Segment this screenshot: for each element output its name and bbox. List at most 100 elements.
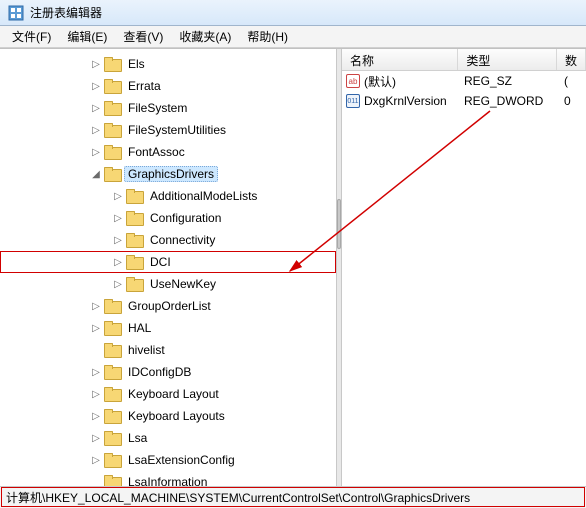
tree-item-fontassoc[interactable]: ▷ FontAssoc (0, 141, 336, 163)
list-header: 名称 类型 数 (342, 49, 586, 71)
col-data[interactable]: 数 (557, 49, 586, 70)
tree-label: FileSystem (124, 100, 191, 116)
tree-item-connectivity[interactable]: ▷ Connectivity (0, 229, 336, 251)
tree-item-els[interactable]: ▷Els (0, 53, 336, 75)
tree-item-keyboard-layout[interactable]: ▷ Keyboard Layout (0, 383, 336, 405)
tree-item-idconfigdb[interactable]: ▷ IDConfigDB (0, 361, 336, 383)
expand-icon[interactable]: ▷ (112, 190, 124, 202)
expand-icon[interactable]: ▷ (90, 300, 102, 312)
expand-icon[interactable]: ▷ (90, 432, 102, 444)
tree-label: Errata (124, 78, 165, 94)
window-title: 注册表编辑器 (30, 4, 102, 21)
tree-label: IDConfigDB (124, 364, 195, 380)
folder-icon (126, 255, 142, 269)
tree-label: HAL (124, 320, 155, 336)
folder-icon (104, 453, 120, 467)
scroll-thumb[interactable] (337, 199, 341, 249)
tree-item-usenewkey[interactable]: ▷ UseNewKey (0, 273, 336, 295)
folder-icon (104, 145, 120, 159)
expand-icon[interactable]: ▷ (112, 278, 124, 290)
tree-item-dci[interactable]: ▷ DCI (0, 251, 336, 273)
menu-file[interactable]: 文件(F) (4, 26, 59, 47)
tree-label: FontAssoc (124, 144, 189, 160)
expand-icon (90, 344, 102, 356)
list-pane[interactable]: 名称 类型 数 ab (默认) REG_SZ(011 DxgKrnlVersion RE… (342, 49, 586, 486)
menu-edit[interactable]: 编辑(E) (59, 26, 115, 47)
menu-bar: 文件(F) 编辑(E) 查看(V) 收藏夹(A) 帮助(H) (0, 26, 586, 48)
tree-label: GraphicsDrivers (124, 166, 218, 182)
tree-item-lsaextensionconfig[interactable]: ▷ LsaExtensionConfig (0, 449, 336, 471)
value-type: REG_SZ (464, 74, 564, 88)
value-data: ( (564, 74, 582, 88)
value-name: DxgKrnlVersion (364, 94, 447, 108)
menu-favorites[interactable]: 收藏夹(A) (171, 26, 239, 47)
tree-item-lsa[interactable]: ▷ Lsa (0, 427, 336, 449)
tree-item-configuration[interactable]: ▷Configuration (0, 207, 336, 229)
tree-label: hivelist (124, 342, 169, 358)
tree-label: LsaInformation (124, 474, 211, 486)
expand-icon[interactable]: ▷ (90, 124, 102, 136)
value-type: REG_DWORD (464, 94, 564, 108)
expand-icon[interactable]: ◢ (90, 168, 102, 180)
expand-icon[interactable]: ▷ (90, 58, 102, 70)
tree-item-hivelist[interactable]: hivelist (0, 339, 336, 361)
tree-label: AdditionalModeLists (146, 188, 261, 204)
folder-icon (126, 189, 142, 203)
tree-item-lsainformation[interactable]: LsaInformation (0, 471, 336, 486)
folder-icon (104, 101, 120, 115)
folder-icon (104, 409, 120, 423)
tree-item-hal[interactable]: ▷ HAL (0, 317, 336, 339)
tree-label: FileSystemUtilities (124, 122, 230, 138)
expand-icon[interactable]: ▷ (90, 102, 102, 114)
tree-item-grouporderlist[interactable]: ▷GroupOrderList (0, 295, 336, 317)
tree-label: DCI (146, 254, 175, 270)
folder-icon (126, 211, 142, 225)
tree-label: Connectivity (146, 232, 219, 248)
expand-icon[interactable]: ▷ (112, 212, 124, 224)
status-path: 计算机\HKEY_LOCAL_MACHINE\SYSTEM\CurrentCon… (6, 489, 470, 506)
folder-icon (104, 79, 120, 93)
list-row[interactable]: ab (默认) REG_SZ( (342, 71, 586, 91)
folder-icon (104, 299, 120, 313)
tree-label: Lsa (124, 430, 151, 446)
folder-icon (104, 475, 120, 486)
folder-icon (104, 343, 120, 357)
status-bar: 计算机\HKEY_LOCAL_MACHINE\SYSTEM\CurrentCon… (0, 486, 586, 508)
expand-icon[interactable]: ▷ (112, 256, 124, 268)
tree-label: Keyboard Layout (124, 386, 223, 402)
expand-icon[interactable]: ▷ (112, 234, 124, 246)
tree-item-graphicsdrivers[interactable]: ◢ GraphicsDrivers (0, 163, 336, 185)
folder-icon (104, 167, 120, 181)
folder-icon (104, 321, 120, 335)
tree-item-additionalmodelists[interactable]: ▷ AdditionalModeLists (0, 185, 336, 207)
expand-icon[interactable]: ▷ (90, 322, 102, 334)
tree-item-filesystemutilities[interactable]: ▷ FileSystemUtilities (0, 119, 336, 141)
tree-label: LsaExtensionConfig (124, 452, 239, 468)
folder-icon (126, 277, 142, 291)
tree-label: Keyboard Layouts (124, 408, 229, 424)
expand-icon[interactable]: ▷ (90, 366, 102, 378)
expand-icon[interactable]: ▷ (90, 146, 102, 158)
expand-icon[interactable]: ▷ (90, 80, 102, 92)
menu-view[interactable]: 查看(V) (115, 26, 171, 47)
col-type[interactable]: 类型 (458, 49, 557, 70)
tree-item-errata[interactable]: ▷ Errata (0, 75, 336, 97)
tree-pane[interactable]: ▷Els▷Errata▷FileSystem▷FileSystemUtiliti… (0, 49, 336, 486)
folder-icon (104, 431, 120, 445)
folder-icon (104, 57, 120, 71)
dword-icon: 011 (346, 94, 360, 108)
title-bar: 注册表编辑器 (0, 0, 586, 26)
folder-icon (104, 365, 120, 379)
list-row[interactable]: 011DxgKrnlVersionREG_DWORD0 (342, 91, 586, 111)
expand-icon[interactable]: ▷ (90, 454, 102, 466)
expand-icon[interactable]: ▷ (90, 388, 102, 400)
splitter[interactable] (336, 49, 342, 486)
tree-item-keyboard-layouts[interactable]: ▷ Keyboard Layouts (0, 405, 336, 427)
expand-icon[interactable]: ▷ (90, 410, 102, 422)
col-name[interactable]: 名称 (342, 49, 458, 70)
tree-item-filesystem[interactable]: ▷ FileSystem (0, 97, 336, 119)
string-icon: ab (346, 74, 360, 88)
value-name: (默认) (364, 73, 396, 90)
menu-help[interactable]: 帮助(H) (239, 26, 296, 47)
tree-label: UseNewKey (146, 276, 220, 292)
